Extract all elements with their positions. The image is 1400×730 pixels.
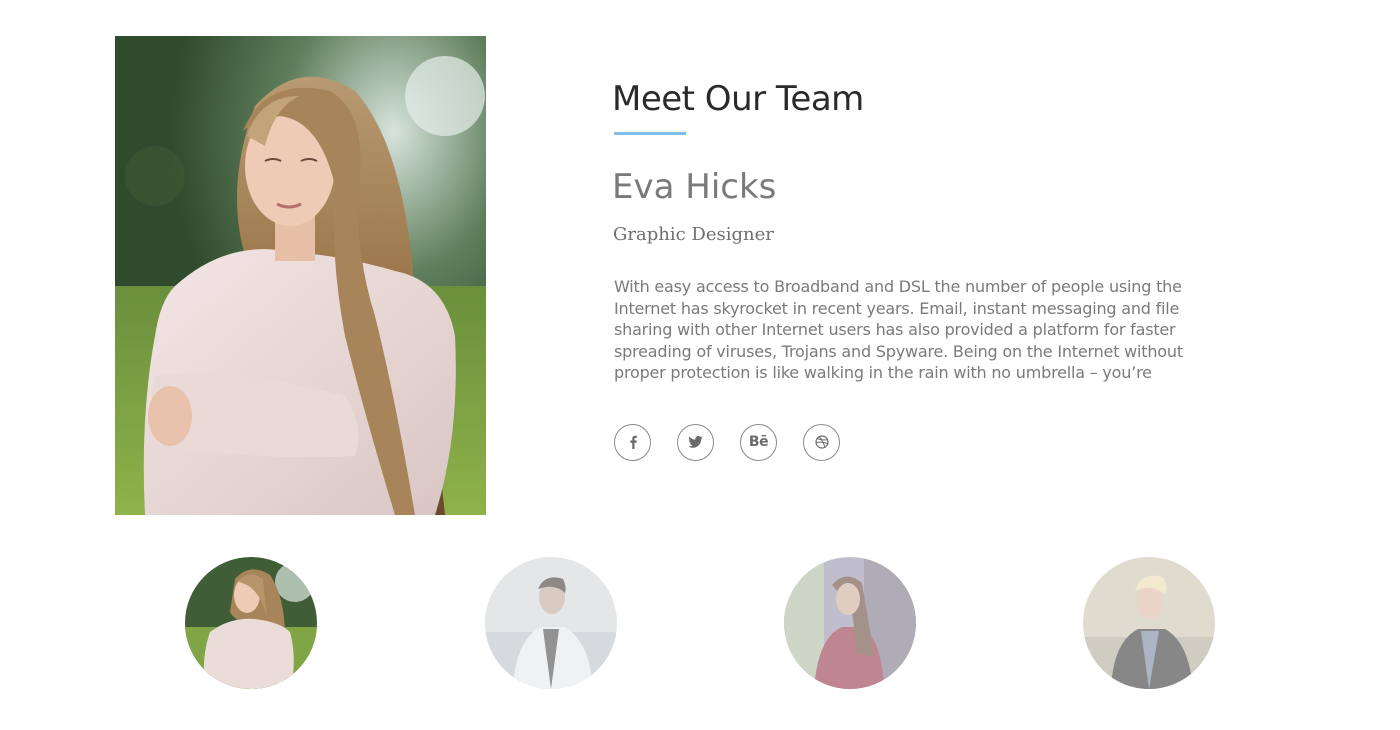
thumbnail-team-member-2[interactable] — [485, 557, 617, 689]
thumbnail-team-member-4[interactable] — [1083, 557, 1215, 689]
twitter-button[interactable] — [677, 423, 714, 461]
dribbble-button[interactable] — [803, 423, 840, 461]
facebook-icon — [629, 436, 637, 450]
thumbnail-team-member-3[interactable] — [784, 557, 916, 689]
member-name: Eva Hicks — [612, 167, 777, 207]
twitter-icon — [688, 436, 703, 449]
team-thumbnails — [0, 557, 1400, 689]
behance-button[interactable]: Bē — [740, 423, 777, 461]
title-underline — [614, 132, 686, 135]
social-links: Bē — [614, 423, 1202, 461]
behance-icon: Bē — [748, 434, 769, 451]
facebook-button[interactable] — [614, 423, 651, 461]
team-section: Meet Our Team Eva Hicks Graphic Designer… — [0, 0, 1400, 730]
member-role: Graphic Designer — [613, 224, 774, 245]
member-info: Meet Our Team Eva Hicks Graphic Designer… — [612, 76, 1202, 461]
section-title: Meet Our Team — [612, 79, 864, 119]
member-bio: With easy access to Broadband and DSL th… — [614, 277, 1183, 383]
dribbble-icon — [814, 435, 829, 450]
featured-member-photo — [115, 36, 486, 515]
thumbnail-eva-hicks[interactable] — [185, 557, 317, 689]
